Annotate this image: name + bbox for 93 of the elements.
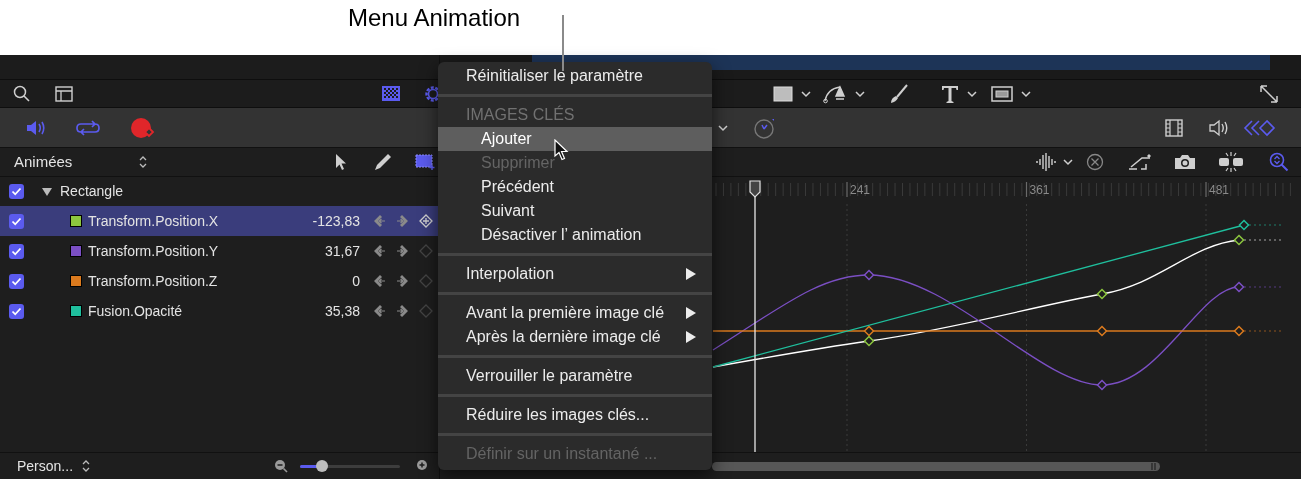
gear-icon[interactable]	[424, 84, 440, 103]
parameter-row[interactable]: Transform.Position.X -123,83	[0, 206, 439, 236]
leader-line	[562, 15, 564, 71]
text-tool-icon[interactable]	[941, 83, 959, 104]
marquee-select-icon[interactable]	[415, 154, 435, 170]
rectangle-shape-icon[interactable]	[773, 85, 793, 102]
grip-icon[interactable]	[1151, 462, 1156, 470]
zoom-slider[interactable]	[300, 459, 400, 473]
search-icon[interactable]	[13, 84, 31, 103]
pen-icon[interactable]	[373, 152, 393, 172]
animation-curve[interactable]	[712, 325, 1283, 337]
pointer-icon[interactable]	[334, 153, 348, 171]
next-keyframe-icon[interactable]	[396, 214, 410, 228]
split-icon[interactable]	[1218, 152, 1244, 172]
animation-curve[interactable]	[712, 269, 1283, 391]
checkbox[interactable]	[9, 184, 24, 199]
zoom-out-icon[interactable]	[274, 459, 288, 473]
checkmark-icon	[11, 306, 22, 316]
checkbox[interactable]	[9, 303, 24, 319]
chevron-down-icon[interactable]	[801, 89, 811, 98]
speaker-icon[interactable]	[1209, 118, 1229, 137]
group-label: Rectangle	[60, 182, 124, 201]
chevron-down-icon[interactable]	[855, 89, 865, 98]
add-keyframe-icon[interactable]	[419, 214, 433, 228]
checkbox[interactable]	[9, 213, 24, 229]
checkmark-icon	[11, 246, 22, 256]
section-header: IMAGES CLÉS	[466, 104, 575, 125]
waveform-icon[interactable]	[1035, 152, 1057, 172]
loop-icon[interactable]	[76, 118, 100, 137]
parameter-row[interactable]: Transform.Position.Z 0	[0, 266, 439, 296]
checkbox[interactable]	[9, 243, 24, 259]
clock-icon[interactable]	[754, 116, 776, 139]
previous-keyframe-icon[interactable]	[372, 214, 386, 228]
curve-edit-icon[interactable]	[1128, 153, 1152, 171]
brush-icon[interactable]	[889, 83, 909, 104]
menu-item[interactable]: Ajouter	[438, 127, 712, 151]
mouse-pointer-icon	[554, 139, 570, 161]
menu-item[interactable]: Interpolation	[438, 262, 712, 286]
horizontal-scrollbar[interactable]	[712, 461, 1160, 471]
ruler-label: 241	[850, 183, 871, 197]
checkmark-icon	[11, 216, 22, 226]
previous-keyframe-icon[interactable]	[372, 244, 386, 258]
parameter-value: 0	[351, 271, 360, 291]
checkmark-icon	[11, 187, 22, 196]
clear-icon[interactable]	[1086, 153, 1104, 171]
next-keyframe-icon[interactable]	[396, 244, 410, 258]
parameter-row[interactable]: Fusion.Opacité 35,38	[0, 296, 439, 326]
parameter-name: Transform.Position.Y	[88, 241, 220, 261]
disclosure-triangle-icon[interactable]	[42, 186, 52, 197]
parameter-value: 35,38	[323, 301, 360, 321]
playhead[interactable]	[749, 180, 761, 452]
slider-thumb[interactable]	[316, 460, 328, 472]
menu-item[interactable]: Désactiver l’ animation	[438, 223, 712, 247]
parameter-value: -123,83	[311, 211, 360, 231]
checkbox[interactable]	[9, 273, 24, 289]
keyframes-icon[interactable]	[1243, 118, 1277, 137]
parameter-name: Transform.Position.X	[88, 211, 220, 231]
mask-icon[interactable]	[991, 85, 1013, 102]
expand-icon[interactable]	[1259, 83, 1279, 104]
checkmark-icon	[11, 276, 22, 286]
menu-item[interactable]: Suivant	[438, 199, 712, 223]
camera-icon[interactable]	[1174, 153, 1196, 171]
film-icon[interactable]	[1165, 118, 1183, 137]
filter-popup[interactable]: Animées	[14, 150, 138, 174]
chevron-down-icon[interactable]	[967, 89, 977, 98]
chevron-down-icon[interactable]	[1063, 158, 1073, 166]
ruler-label: 481	[1209, 183, 1230, 197]
callout-label: Menu Animation	[348, 3, 521, 33]
next-keyframe-icon[interactable]	[396, 274, 410, 288]
menu-item[interactable]: Avant la première image clé	[438, 301, 712, 325]
menu-item[interactable]: Précédent	[438, 175, 712, 199]
parameter-name: Fusion.Opacité	[88, 301, 184, 321]
parameter-value: 31,67	[323, 241, 360, 261]
menu-item[interactable]: Réduire les images clés...	[438, 403, 712, 427]
menu-item[interactable]: Réinitialiser le paramètre	[438, 64, 712, 88]
updown-chevron-icon[interactable]	[138, 155, 148, 169]
zoom-in-icon[interactable]	[416, 459, 430, 473]
previous-keyframe-icon[interactable]	[372, 274, 386, 288]
layout-icon[interactable]	[55, 85, 73, 102]
previous-keyframe-icon[interactable]	[372, 304, 386, 318]
zoom-to-fit-icon[interactable]	[1269, 152, 1289, 172]
updown-chevron-icon[interactable]	[81, 459, 91, 473]
next-keyframe-icon[interactable]	[396, 304, 410, 318]
parameter-name: Transform.Position.Z	[88, 271, 219, 291]
preset-popup[interactable]: Person...	[17, 455, 81, 477]
chevron-down-icon[interactable]	[718, 123, 728, 132]
menu-item[interactable]: Verrouiller le paramètre	[438, 364, 712, 388]
ruler-label: 361	[1029, 183, 1050, 197]
record-keyframe-icon[interactable]	[130, 116, 156, 139]
parameter-row[interactable]: Transform.Position.Y 31,67	[0, 236, 439, 266]
chevron-down-icon[interactable]	[1021, 89, 1031, 98]
menu-item[interactable]: Après la dernière image clé	[438, 325, 712, 349]
checkerboard-icon[interactable]	[382, 86, 400, 101]
